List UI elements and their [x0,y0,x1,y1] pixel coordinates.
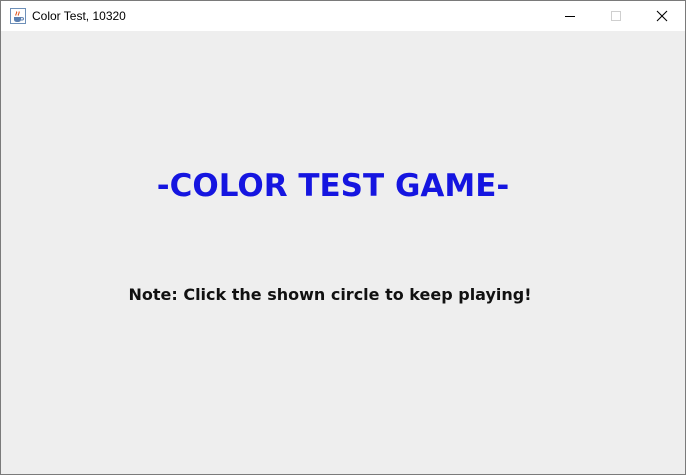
game-title: -COLOR TEST GAME- [156,168,510,204]
close-icon [656,10,668,22]
title-bar[interactable]: Color Test, 10320 [1,1,685,31]
maximize-button[interactable] [593,1,639,31]
close-button[interactable] [639,1,685,31]
maximize-icon [611,11,621,21]
window-title: Color Test, 10320 [32,9,126,23]
java-cup-icon[interactable] [10,8,26,24]
application-window: Color Test, 10320 -COLOR TEST GAME- Note… [0,0,686,475]
game-panel[interactable]: -COLOR TEST GAME- Note: Click the shown … [1,31,685,474]
minimize-icon [565,16,575,17]
minimize-button[interactable] [547,1,593,31]
instruction-note: Note: Click the shown circle to keep pla… [128,285,532,304]
